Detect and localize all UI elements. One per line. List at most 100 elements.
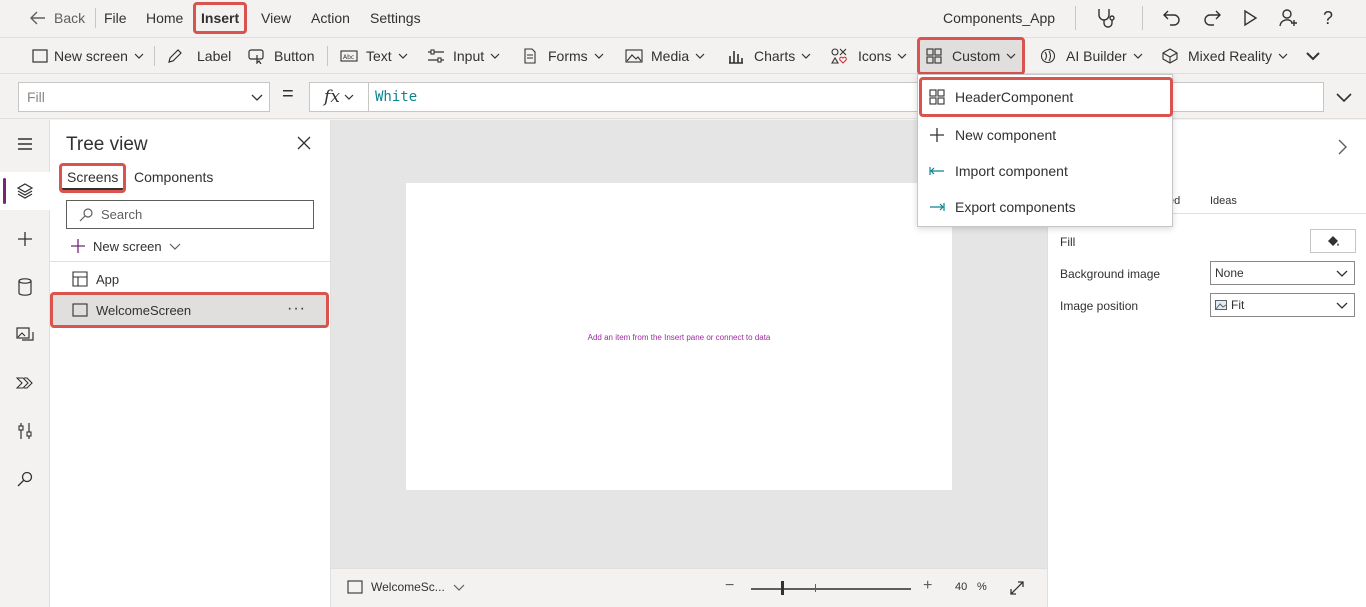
tree-new-screen-button[interactable]: New screen (70, 235, 181, 257)
more-ribbon-button[interactable] (1305, 38, 1321, 74)
forms-menu-button[interactable]: Forms (522, 38, 604, 74)
top-menu-bar: Back File Home Insert View Action Settin… (0, 0, 1366, 36)
chevron-down-icon (251, 94, 263, 101)
input-menu-button[interactable]: Input (427, 38, 500, 74)
tree-view-panel: Tree view Screens Components Search New … (50, 120, 331, 607)
chevron-down-icon (1133, 53, 1143, 59)
menu-insert[interactable]: Insert (192, 2, 248, 34)
menu-view[interactable]: View (261, 0, 291, 36)
power-automate-icon[interactable] (13, 371, 37, 395)
preview-play-icon[interactable] (1238, 6, 1262, 30)
welcome-screen-canvas[interactable]: Add an item from the Insert pane or conn… (406, 183, 952, 490)
insert-ribbon: New screen Label Button Abc Text Input F… (0, 37, 1366, 75)
menu-settings[interactable]: Settings (370, 0, 421, 36)
ai-builder-icon (1040, 48, 1056, 64)
tree-item-app[interactable]: App (72, 268, 119, 290)
data-cylinder-icon[interactable] (13, 275, 37, 299)
menu-file[interactable]: File (104, 0, 127, 36)
screen-icon (32, 49, 48, 63)
chevron-down-icon (453, 584, 465, 591)
app-checker-stethoscope-icon[interactable] (1094, 6, 1118, 30)
app-icon (72, 271, 88, 287)
close-icon[interactable] (296, 135, 312, 151)
tab-ideas[interactable]: Ideas (1210, 195, 1237, 207)
fx-button[interactable]: fx (309, 82, 369, 112)
left-nav-rail (0, 120, 50, 607)
redo-icon[interactable] (1200, 6, 1224, 30)
fullscreen-expand-icon[interactable] (1009, 580, 1025, 596)
button-button[interactable]: Button (248, 38, 314, 74)
fill-label: Fill (1060, 235, 1076, 249)
expand-formula-chevron-icon[interactable] (1335, 91, 1353, 103)
tab-components[interactable]: Components (134, 166, 213, 190)
mixed-reality-menu-button[interactable]: Mixed Reality (1162, 38, 1288, 74)
forms-icon (524, 48, 536, 64)
search-icon[interactable] (13, 467, 37, 491)
divider (95, 8, 96, 28)
more-options-icon[interactable]: ··· (287, 300, 306, 318)
text-menu-button[interactable]: Abc Text (340, 38, 408, 74)
fill-color-picker[interactable] (1310, 229, 1356, 253)
chevron-down-icon (1306, 52, 1320, 61)
image-fit-icon (1215, 300, 1227, 310)
background-image-dropdown[interactable]: None (1210, 261, 1355, 285)
undo-icon[interactable] (1160, 6, 1184, 30)
zoom-slider-track[interactable] (751, 588, 911, 590)
insert-plus-icon[interactable] (13, 227, 37, 251)
formula-input[interactable]: White (368, 82, 1324, 112)
share-user-icon[interactable] (1277, 6, 1301, 30)
divider (50, 261, 331, 262)
equals-sign: = (282, 83, 294, 105)
hamburger-menu-icon[interactable] (13, 132, 37, 156)
zoom-value: 40 (955, 581, 968, 593)
menu-item-import-component[interactable]: Import component (922, 154, 1170, 188)
zoom-slider-thumb[interactable] (781, 581, 784, 595)
ai-builder-menu-button[interactable]: AI Builder (1040, 38, 1143, 74)
zoom-in-button[interactable]: + (923, 577, 932, 595)
zoom-out-button[interactable]: − (725, 577, 734, 595)
media-image-icon (625, 49, 643, 63)
media-icon[interactable] (13, 323, 37, 347)
custom-dropdown-menu: HeaderComponent New component Import com… (917, 74, 1173, 227)
tree-view-layers-icon[interactable] (13, 179, 37, 203)
chevron-down-icon (1336, 270, 1348, 277)
text-input-icon: Abc (340, 50, 358, 62)
chevron-down-icon (1278, 53, 1288, 59)
screen-selector[interactable]: WelcomeSc... (347, 580, 465, 594)
custom-menu-button[interactable]: Custom (916, 37, 1026, 75)
divider (1142, 6, 1143, 30)
menu-home[interactable]: Home (146, 0, 183, 36)
divider (154, 46, 155, 66)
chevron-down-icon (169, 243, 181, 250)
chevron-down-icon (898, 53, 907, 59)
menu-item-new-component[interactable]: New component (922, 118, 1170, 152)
tab-screens[interactable]: Screens (58, 163, 127, 193)
menu-action[interactable]: Action (311, 0, 350, 36)
empty-screen-hint: Add an item from the Insert pane or conn… (587, 333, 771, 342)
chevron-down-icon (1336, 302, 1348, 309)
app-name: Components_App (943, 10, 1056, 26)
zoom-percent-sign: % (977, 581, 987, 593)
plus-icon (71, 239, 85, 253)
menu-item-header-component[interactable]: HeaderComponent (919, 77, 1173, 117)
tree-search-input[interactable]: Search (66, 200, 314, 229)
charts-menu-button[interactable]: Charts (728, 38, 811, 74)
label-button[interactable]: Label (167, 38, 231, 74)
help-icon[interactable]: ? (1316, 6, 1340, 30)
property-dropdown[interactable]: Fill (18, 82, 270, 112)
screen-icon (347, 580, 363, 594)
component-icon (926, 48, 942, 64)
back-button[interactable]: Back (30, 0, 85, 36)
image-position-dropdown[interactable]: Fit (1210, 293, 1355, 317)
advanced-tools-icon[interactable] (13, 419, 37, 443)
media-menu-button[interactable]: Media (625, 38, 705, 74)
background-image-label: Background image (1060, 267, 1161, 281)
menu-item-export-components[interactable]: Export components (922, 190, 1170, 224)
chevron-down-icon (695, 53, 705, 59)
tree-item-welcome-screen[interactable]: WelcomeScreen ··· (50, 292, 329, 328)
chevron-down-icon (594, 53, 604, 59)
icons-menu-button[interactable]: Icons (830, 38, 907, 74)
chevron-right-icon[interactable] (1335, 138, 1349, 156)
new-screen-button[interactable]: New screen (32, 38, 144, 74)
import-arrow-icon (929, 167, 944, 175)
